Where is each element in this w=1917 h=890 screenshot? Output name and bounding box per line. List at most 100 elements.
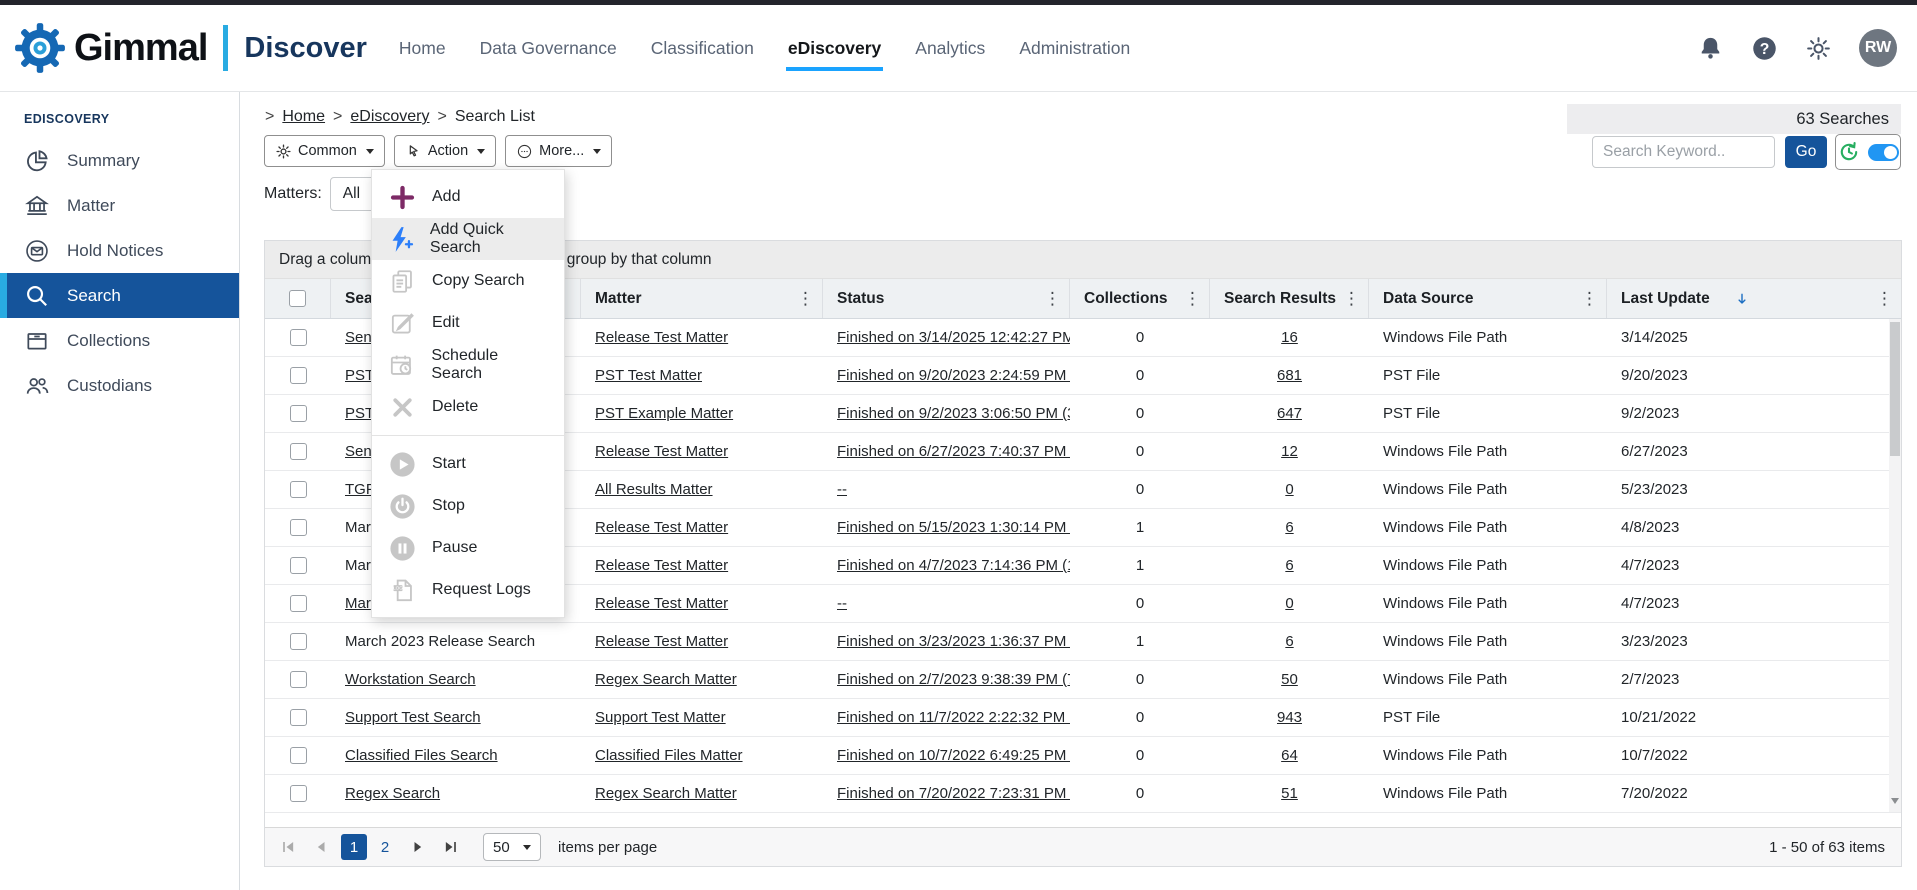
column-menu-icon[interactable]: ⋮ [1343, 289, 1360, 309]
menu-item-add-quick-search[interactable]: Add Quick Search [372, 218, 564, 260]
user-avatar[interactable]: RW [1859, 29, 1897, 67]
nav-data-governance[interactable]: Data Governance [480, 38, 617, 59]
status-link[interactable]: Finished on 6/27/2023 7:40:37 PM (6 M [837, 443, 1070, 460]
sidebar-item-summary[interactable]: Summary [0, 138, 239, 183]
header-collections[interactable]: Collections⋮ [1070, 279, 1210, 318]
search-name-link[interactable]: PST [345, 367, 374, 384]
menu-item-stop[interactable]: Stop [372, 485, 564, 527]
matter-link[interactable]: All Results Matter [595, 481, 713, 498]
matter-link[interactable]: Release Test Matter [595, 519, 728, 536]
last-page-button[interactable] [436, 833, 464, 861]
menu-item-start[interactable]: Start [372, 443, 564, 485]
search-results-link[interactable]: 64 [1281, 747, 1298, 764]
refresh-icon[interactable] [1837, 140, 1861, 164]
sidebar-item-hold-notices[interactable]: Hold Notices [0, 228, 239, 273]
go-button[interactable]: Go [1785, 136, 1827, 168]
search-results-link[interactable]: 647 [1277, 405, 1302, 422]
scrollbar-down-arrow-icon[interactable] [1890, 798, 1900, 808]
first-page-button[interactable] [275, 833, 303, 861]
vertical-scrollbar[interactable] [1889, 319, 1901, 812]
row-checkbox[interactable] [290, 367, 307, 384]
search-results-link[interactable]: 12 [1281, 443, 1298, 460]
status-link[interactable]: Finished on 4/7/2023 7:14:36 PM (14 M [837, 557, 1070, 574]
breadcrumb-home[interactable]: Home [282, 108, 325, 126]
page-size-select[interactable]: 50 [483, 833, 541, 861]
header-status[interactable]: Status⋮ [823, 279, 1070, 318]
search-name-link[interactable]: Mar [345, 595, 371, 612]
search-keyword-input[interactable] [1592, 136, 1775, 168]
row-checkbox[interactable] [290, 519, 307, 536]
nav-administration[interactable]: Administration [1019, 38, 1130, 59]
row-checkbox[interactable] [290, 747, 307, 764]
status-link[interactable]: Finished on 3/23/2023 1:36:37 PM (27 [837, 633, 1070, 650]
settings-gear-icon[interactable] [1805, 35, 1832, 62]
search-results-link[interactable]: 681 [1277, 367, 1302, 384]
action-button[interactable]: Action [394, 135, 496, 167]
column-menu-icon[interactable]: ⋮ [1876, 289, 1893, 309]
row-checkbox[interactable] [290, 595, 307, 612]
row-checkbox[interactable] [290, 557, 307, 574]
header-last-update[interactable]: Last Update⋮ [1607, 279, 1901, 318]
help-icon[interactable]: ? [1751, 35, 1778, 62]
select-all-checkbox[interactable] [289, 290, 306, 307]
matter-link[interactable]: Release Test Matter [595, 557, 728, 574]
column-menu-icon[interactable]: ⋮ [1044, 289, 1061, 309]
status-link[interactable]: -- [837, 481, 847, 498]
menu-item-delete[interactable]: Delete [372, 386, 564, 428]
nav-analytics[interactable]: Analytics [915, 38, 985, 59]
notifications-bell-icon[interactable] [1697, 35, 1724, 62]
header-data-source[interactable]: Data Source⋮ [1369, 279, 1607, 318]
search-results-link[interactable]: 943 [1277, 709, 1302, 726]
search-results-link[interactable]: 6 [1285, 633, 1293, 650]
search-results-link[interactable]: 16 [1281, 329, 1298, 346]
menu-item-add[interactable]: Add [372, 176, 564, 218]
column-menu-icon[interactable]: ⋮ [797, 289, 814, 309]
row-checkbox[interactable] [290, 405, 307, 422]
sidebar-item-search[interactable]: Search [0, 273, 239, 318]
search-name-link[interactable]: Workstation Search [345, 671, 476, 688]
row-checkbox[interactable] [290, 785, 307, 802]
matter-link[interactable]: PST Test Matter [595, 367, 702, 384]
row-checkbox[interactable] [290, 481, 307, 498]
status-link[interactable]: Finished on 5/15/2023 1:30:14 PM (58 [837, 519, 1070, 536]
search-name-link[interactable]: Classified Files Search [345, 747, 498, 764]
common-button[interactable]: Common [264, 135, 385, 167]
nav-ediscovery[interactable]: eDiscovery [788, 38, 881, 59]
scrollbar-thumb[interactable] [1890, 322, 1900, 456]
search-results-link[interactable]: 50 [1281, 671, 1298, 688]
row-checkbox[interactable] [290, 329, 307, 346]
column-menu-icon[interactable]: ⋮ [1581, 289, 1598, 309]
page-number-1[interactable]: 1 [341, 834, 367, 860]
menu-item-schedule-search[interactable]: Schedule Search [372, 344, 564, 386]
status-link[interactable]: Finished on 9/20/2023 2:24:59 PM (57 [837, 367, 1070, 384]
search-results-link[interactable]: 6 [1285, 519, 1293, 536]
previous-page-button[interactable] [308, 833, 336, 861]
matter-link[interactable]: PST Example Matter [595, 405, 733, 422]
page-number-2[interactable]: 2 [372, 834, 398, 860]
matter-link[interactable]: Regex Search Matter [595, 785, 737, 802]
nav-classification[interactable]: Classification [651, 38, 754, 59]
status-link[interactable]: Finished on 10/7/2022 6:49:25 PM (5 M [837, 747, 1070, 764]
matter-link[interactable]: Release Test Matter [595, 633, 728, 650]
header-matter[interactable]: Matter⋮ [581, 279, 823, 318]
menu-item-request-logs[interactable]: LOGRequest Logs [372, 569, 564, 611]
search-name-link[interactable]: PST [345, 405, 374, 422]
search-results-link[interactable]: 6 [1285, 557, 1293, 574]
row-checkbox[interactable] [290, 443, 307, 460]
search-results-link[interactable]: 51 [1281, 785, 1298, 802]
status-link[interactable]: -- [837, 595, 847, 612]
search-results-link[interactable]: 0 [1285, 481, 1293, 498]
search-name-link[interactable]: Regex Search [345, 785, 440, 802]
nav-home[interactable]: Home [399, 38, 446, 59]
row-checkbox[interactable] [290, 671, 307, 688]
matter-link[interactable]: Release Test Matter [595, 595, 728, 612]
row-checkbox[interactable] [290, 633, 307, 650]
matter-link[interactable]: Regex Search Matter [595, 671, 737, 688]
search-name-link[interactable]: Sen [345, 329, 372, 346]
header-search-results[interactable]: Search Results⋮ [1210, 279, 1369, 318]
menu-item-edit[interactable]: Edit [372, 302, 564, 344]
breadcrumb-ediscovery[interactable]: eDiscovery [350, 108, 429, 126]
column-menu-icon[interactable]: ⋮ [1184, 289, 1201, 309]
sidebar-item-matter[interactable]: Matter [0, 183, 239, 228]
more-button[interactable]: More... [505, 135, 612, 167]
